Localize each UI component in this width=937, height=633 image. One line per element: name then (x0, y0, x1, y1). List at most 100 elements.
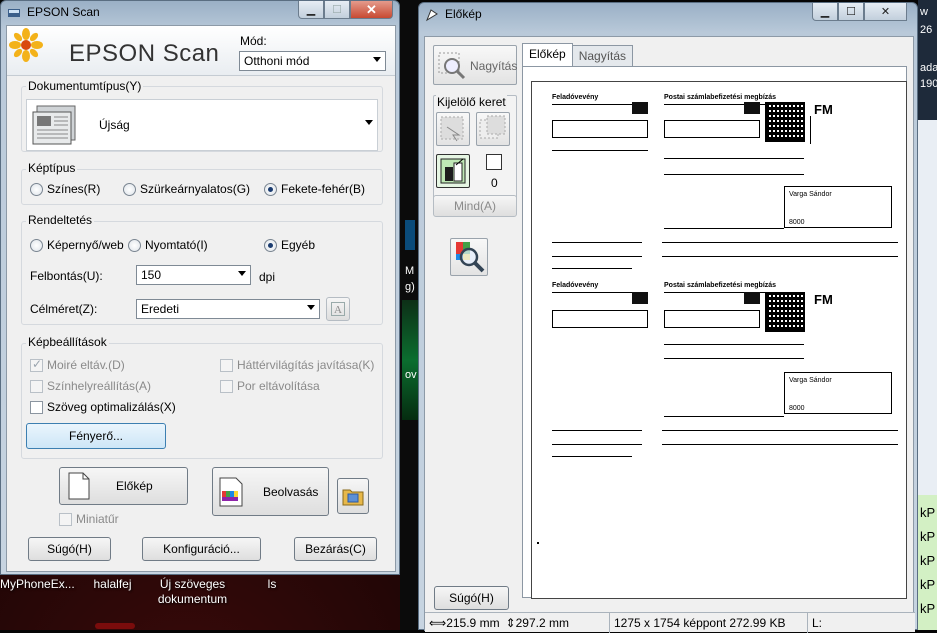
mode-select[interactable]: Otthoni mód (239, 51, 386, 71)
configuration-button[interactable]: Konfiguráció... (142, 537, 261, 561)
doc-badge-2: FM (814, 292, 833, 307)
image-adjust-button[interactable] (450, 238, 488, 276)
radio-dot-selected (264, 238, 277, 252)
tab-zoom-label: Nagyítás (578, 49, 627, 63)
doc-rule (662, 444, 898, 445)
page-icon (68, 472, 90, 500)
select-all-button[interactable]: Mind(A) (433, 195, 517, 217)
doctype-label: Dokumentumtípus(Y) (26, 79, 144, 93)
radio-grayscale[interactable]: Szürkeárnyalatos(G) (123, 182, 250, 196)
preview-client: Nagyítás Kijelölő keret 0 Mind(A) Súgó(H… (424, 36, 915, 633)
help-button[interactable]: Súgó(H) (28, 537, 111, 561)
close-button[interactable]: ✕ (350, 1, 393, 19)
folder-icon (342, 489, 364, 506)
desktop-icon-label: ls (267, 577, 277, 591)
preview-button[interactable]: Előkép (59, 467, 188, 505)
mode-select-value: Otthoni mód (244, 54, 310, 68)
background-text: 26 (920, 24, 933, 36)
zoom-button-label: Nagyítás (470, 59, 518, 73)
doctype-value: Újság (99, 118, 130, 132)
desktop-side-text: ov (405, 369, 417, 381)
radio-color-label: Színes(R) (47, 182, 101, 196)
dust-checkbox[interactable]: Por eltávolítása (220, 379, 320, 393)
newspaper-icon (32, 105, 76, 145)
desktop-icon-halalfej[interactable]: halalfej (90, 577, 135, 592)
save-folder-button[interactable] (337, 478, 369, 514)
text-optimization-checkbox[interactable]: Szöveg optimalizálás(X) (30, 400, 176, 414)
scan-button[interactable]: Beolvasás (212, 467, 329, 516)
brightness-button-label: Fényerő... (68, 429, 124, 443)
epson-window-title: EPSON Scan (27, 5, 100, 19)
preview-titlebar[interactable]: Előkép ▁ ☐ ✕ (419, 3, 917, 27)
resolution-select[interactable]: 150 (136, 265, 251, 285)
checkbox-box (30, 400, 43, 414)
minimize-icon: ▁ (306, 4, 316, 16)
desktop-icon-row: MyPhoneEx... halalfej Új szöveges dokume… (0, 575, 400, 630)
auto-exposure-button[interactable] (436, 154, 470, 188)
marquee-duplicate-button[interactable] (476, 112, 510, 146)
background-text: kP (920, 553, 936, 568)
minimize-button[interactable]: ▁ (812, 3, 838, 21)
chevron-down-icon (365, 120, 373, 125)
maximize-button[interactable]: ☐ (838, 3, 864, 21)
resolution-label: Felbontás(U): (30, 269, 103, 283)
width-arrows-icon: ⟺ (429, 615, 447, 630)
marquee-duplicate-icon (479, 115, 506, 139)
tab-zoom[interactable]: Nagyítás (571, 45, 634, 66)
checkbox-box (30, 357, 43, 372)
minimize-button[interactable]: ▁ (298, 1, 324, 19)
radio-other[interactable]: Egyéb (264, 238, 315, 252)
checkbox-box (30, 379, 43, 393)
target-size-select[interactable]: Eredeti (136, 299, 320, 319)
doc-stamp (632, 102, 648, 114)
doc-speck (537, 542, 539, 544)
radio-color[interactable]: Színes(R) (30, 182, 100, 196)
doc-rule (664, 158, 804, 159)
auto-exposure-icon (440, 158, 466, 184)
maximize-button[interactable]: ☐ (324, 1, 350, 19)
doc-rule (552, 256, 642, 257)
radio-black-white[interactable]: Fekete-fehér(B) (264, 182, 365, 196)
select-all-button-label: Mind(A) (453, 199, 496, 213)
svg-text:A: A (334, 304, 342, 316)
doctype-group: Dokumentumtípus(Y) Újság (21, 79, 383, 152)
checkbox-box (220, 379, 233, 393)
doc-field-box (552, 120, 648, 138)
color-restore-checkbox[interactable]: Színhelyreállítás(A) (30, 379, 151, 393)
background-text: 190 (920, 78, 937, 90)
desktop-icon-ls[interactable]: ls (262, 577, 282, 592)
doc-rule (664, 358, 804, 359)
adjustments-label: Képbeállítások (26, 335, 109, 349)
brightness-button[interactable]: Fényerő... (26, 423, 166, 449)
zoom-magnifier-icon (438, 52, 466, 80)
doc-left-header: Feladóvevény (552, 94, 599, 101)
close-dialog-button[interactable]: Bezárás(C) (294, 537, 377, 561)
maximize-icon: ☐ (332, 4, 342, 16)
doc-rule (662, 430, 898, 431)
epson-scan-window: EPSON Scan ▁ ☐ ✕ EPSON Scan Mód: Otthoni… (0, 0, 400, 575)
thumbnail-checkbox[interactable]: Miniatűr (59, 512, 119, 526)
epson-titlebar[interactable]: EPSON Scan ▁ ☐ ✕ (1, 1, 399, 25)
doctype-select[interactable]: Újság (26, 99, 378, 151)
tab-preview[interactable]: Előkép (522, 43, 573, 66)
doc-address-box: Varga Sándor 8000 (784, 186, 892, 228)
marquee-count-box (486, 154, 502, 170)
radio-printer[interactable]: Nyomtató(I) (128, 238, 208, 252)
target-size-text-button[interactable]: A (326, 297, 350, 321)
radio-screen-web[interactable]: Képernyő/web (30, 238, 124, 252)
help-button-label: Súgó(H) (47, 542, 92, 556)
marquee-create-button[interactable] (436, 112, 470, 146)
backlight-checkbox[interactable]: Háttérvilágítás javítása(K) (220, 358, 374, 372)
doc-rule (552, 456, 632, 457)
doc-address-box: Varga Sándor 8000 (784, 372, 892, 414)
doc-field-box (664, 120, 760, 138)
preview-pane[interactable]: Feladóvevény Postai számlabefizetési meg… (522, 66, 907, 599)
radio-dot (30, 238, 43, 252)
preview-help-button[interactable]: Súgó(H) (434, 586, 509, 610)
doc-rule (664, 174, 804, 175)
close-button[interactable]: ✕ (864, 3, 907, 21)
desktop-icon-myphone[interactable]: MyPhoneEx... (0, 577, 75, 592)
zoom-button[interactable]: Nagyítás (433, 45, 517, 85)
desktop-icon-new-text-document[interactable]: Új szöveges dokumentum (150, 577, 235, 607)
moire-checkbox[interactable]: Moiré eltáv.(D) (30, 357, 125, 372)
